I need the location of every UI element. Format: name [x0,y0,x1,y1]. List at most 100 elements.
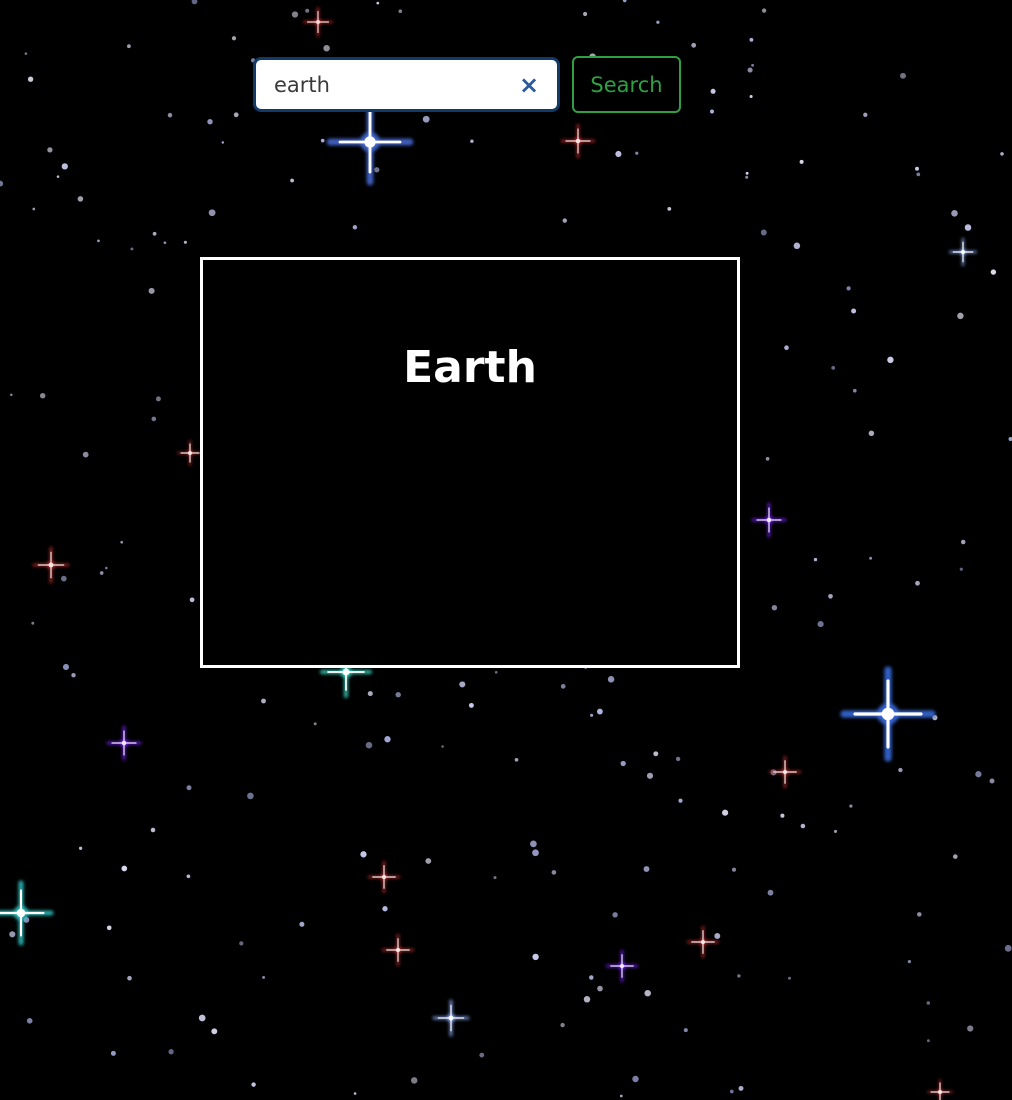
sparkle-star [768,755,802,789]
star-dot [691,42,697,48]
star-dot [989,778,995,784]
star-dot [148,287,155,294]
star-dot [619,1094,623,1098]
star-dot [441,745,444,748]
sparkle-star [605,949,639,983]
star-dot [952,854,958,859]
star-dot [833,829,838,833]
star-dot [60,575,67,582]
star-dot [852,388,857,393]
star-dot [353,1092,357,1095]
star-dot [675,756,681,762]
star-dot [590,713,594,717]
star-dot [299,921,305,927]
star-dot [231,36,237,41]
star-dot [635,151,639,155]
sparkle-star [927,1079,953,1100]
star-dot [817,621,824,628]
star-dot [291,11,299,18]
star-dot [916,172,921,177]
star-dot [710,109,714,114]
star-dot [562,218,568,223]
star-dot [793,242,801,250]
search-field: × [253,57,560,112]
star-dot [745,175,749,179]
star-dot [780,813,785,818]
star-dot [990,269,997,275]
star-dot [247,792,254,800]
sparkle-star [106,725,142,761]
star-dot [9,931,16,938]
star-dot [957,312,964,320]
close-icon[interactable]: × [517,73,541,97]
star-dot [583,996,591,1003]
star-dot [846,286,851,291]
sparkle-star [381,933,415,967]
star-dot [186,874,191,879]
star-dot [532,849,539,857]
star-dot [926,1001,931,1005]
star-dot [352,225,358,230]
star-dot [167,112,173,118]
search-button[interactable]: Search [572,56,681,113]
star-dot [422,115,430,123]
star-dot [77,196,84,202]
sparkle-star [177,440,203,466]
star-dot [198,1014,206,1022]
star-dot [494,670,498,674]
star-dot [851,308,857,314]
star-dot [683,1028,688,1033]
star-dot [760,229,767,236]
star-dot [221,141,225,144]
sparkle-star [432,999,470,1037]
star-dot [551,870,557,875]
star-dot [656,20,660,24]
star-dot [121,865,128,872]
star-dot [915,580,920,586]
star-dot [71,673,76,678]
star-dot [189,597,195,603]
star-dot [868,430,875,437]
star-dot [761,8,767,13]
star-dot [615,150,622,158]
star-dot [799,159,804,164]
star-dot [305,8,310,13]
star-dot [410,1077,418,1084]
star-dot [959,567,963,571]
star-dot [960,539,966,545]
star-dot [191,0,198,5]
star-dot [646,772,654,779]
star-dot [532,953,539,961]
star-dot [61,163,68,170]
search-input[interactable] [256,60,557,109]
star-dot [907,960,912,964]
star-dot [384,736,391,743]
star-dot [738,1085,744,1091]
star-dot [186,785,192,791]
star-dot [749,94,753,99]
star-dot [374,167,380,173]
star-dot [828,593,833,599]
star-dot [97,239,100,243]
star-dot [731,867,737,872]
star-dot [596,708,603,715]
star-dot [168,1049,174,1055]
result-card: Earth [200,257,740,668]
star-dot [622,0,627,3]
star-dot [0,180,4,187]
star-dot [722,809,729,816]
star-dot [398,9,403,14]
star-dot [239,941,244,946]
star-dot [737,974,741,978]
star-dot [27,76,34,82]
star-dot [667,206,672,211]
star-dot [749,37,754,42]
star-dot [365,741,373,749]
star-dot [560,1022,565,1028]
star-dot [207,119,213,125]
star-dot [747,67,753,73]
sparkle-star [560,123,596,159]
star-dot [313,722,317,726]
star-dot [211,1028,218,1035]
star-dot [898,767,903,773]
